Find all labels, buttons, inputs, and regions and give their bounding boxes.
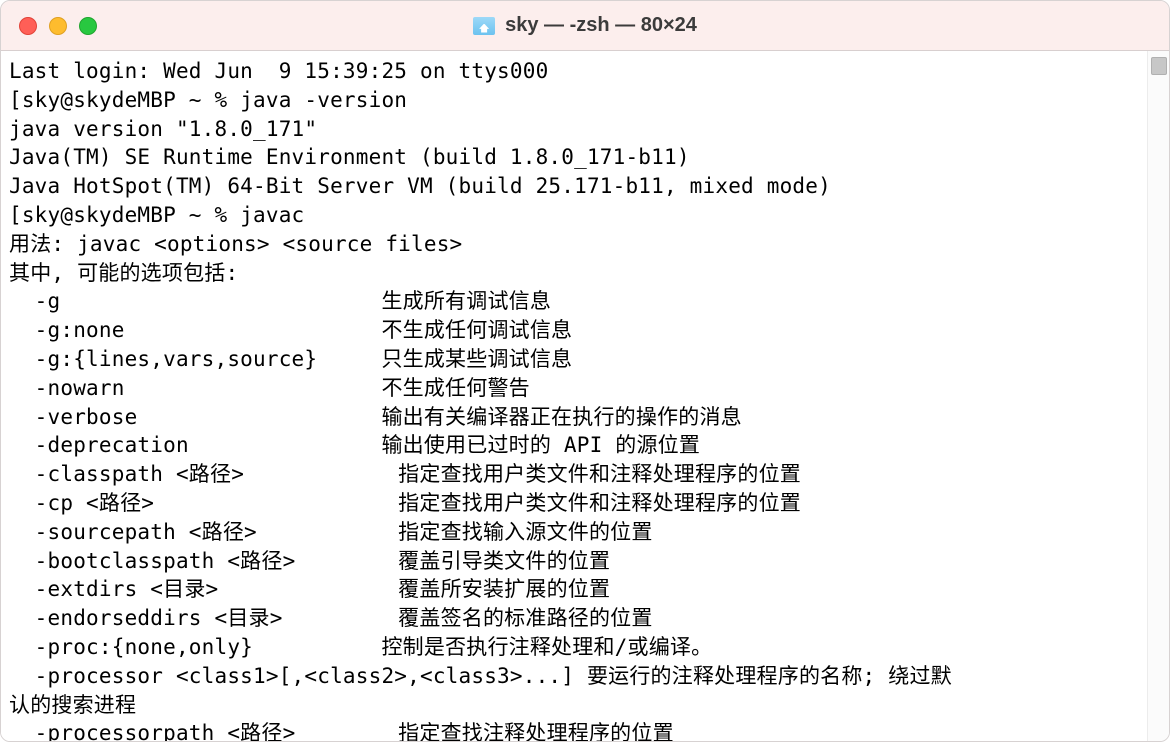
minimize-icon[interactable] <box>49 17 67 35</box>
vertical-scrollbar[interactable] <box>1147 51 1169 741</box>
usage-line: 用法: javac <options> <source files> <box>9 230 1139 259</box>
command-2: javac <box>240 203 304 227</box>
option-row: -proc:{none,only} 控制是否执行注释处理和/或编译。 <box>9 633 1139 662</box>
option-row: -cp <路径> 指定查找用户类文件和注释处理程序的位置 <box>9 489 1139 518</box>
where-line: 其中, 可能的选项包括: <box>9 259 1139 288</box>
java-hotspot-line: Java HotSpot(TM) 64-Bit Server VM (build… <box>9 172 1139 201</box>
option-row: -g 生成所有调试信息 <box>9 287 1139 316</box>
bracket-open <box>9 88 22 112</box>
java-runtime-line: Java(TM) SE Runtime Environment (build 1… <box>9 143 1139 172</box>
prompt-text: sky@skydeMBP ~ % <box>22 88 240 112</box>
terminal-body: Last login: Wed Jun 9 15:39:25 on ttys00… <box>1 51 1169 741</box>
option-row: -classpath <路径> 指定查找用户类文件和注释处理程序的位置 <box>9 460 1139 489</box>
close-icon[interactable] <box>19 17 37 35</box>
option-row: -verbose 输出有关编译器正在执行的操作的消息 <box>9 403 1139 432</box>
option-row: -processor <class1>[,<class2>,<class3>..… <box>9 662 1139 691</box>
prompt-text: sky@skydeMBP ~ % <box>22 203 240 227</box>
java-version-line: java version "1.8.0_171" <box>9 115 1139 144</box>
option-row: -sourcepath <路径> 指定查找输入源文件的位置 <box>9 518 1139 547</box>
option-row: -deprecation 输出使用已过时的 API 的源位置 <box>9 431 1139 460</box>
title-text: sky — -zsh — 80×24 <box>505 14 697 37</box>
bracket-open <box>9 203 22 227</box>
titlebar[interactable]: sky — -zsh — 80×24 <box>1 1 1169 51</box>
prompt-line-1: sky@skydeMBP ~ % java -version <box>9 86 1139 115</box>
traffic-lights <box>19 17 97 35</box>
option-row: -nowarn 不生成任何警告 <box>9 374 1139 403</box>
scrollbar-thumb[interactable] <box>1151 57 1167 75</box>
window-title: sky — -zsh — 80×24 <box>1 14 1169 37</box>
last-login-line: Last login: Wed Jun 9 15:39:25 on ttys00… <box>9 57 1139 86</box>
terminal-window: sky — -zsh — 80×24 Last login: Wed Jun 9… <box>0 0 1170 742</box>
prompt-line-2: sky@skydeMBP ~ % javac <box>9 201 1139 230</box>
option-row: -g:none 不生成任何调试信息 <box>9 316 1139 345</box>
wrap-line: 认的搜索进程 <box>9 691 1139 720</box>
terminal-output[interactable]: Last login: Wed Jun 9 15:39:25 on ttys00… <box>1 51 1147 741</box>
home-folder-icon <box>473 17 495 35</box>
option-row: -g:{lines,vars,source} 只生成某些调试信息 <box>9 345 1139 374</box>
option-row: -extdirs <目录> 覆盖所安装扩展的位置 <box>9 575 1139 604</box>
command-1: java -version <box>240 88 407 112</box>
option-row: -endorseddirs <目录> 覆盖签名的标准路径的位置 <box>9 604 1139 633</box>
option-row: -processorpath <路径> 指定查找注释处理程序的位置 <box>9 719 1139 741</box>
option-row: -bootclasspath <路径> 覆盖引导类文件的位置 <box>9 547 1139 576</box>
zoom-icon[interactable] <box>79 17 97 35</box>
